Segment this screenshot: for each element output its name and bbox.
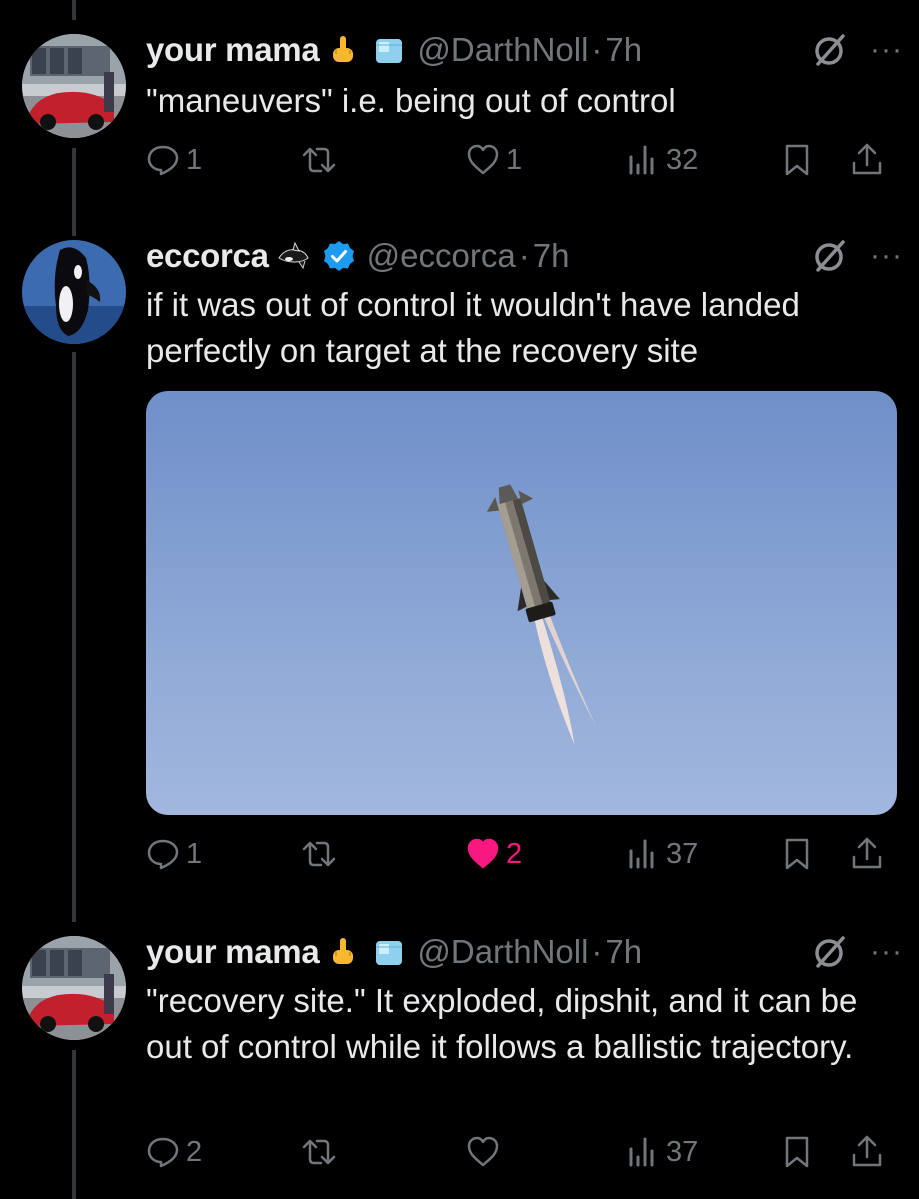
avatar[interactable]	[22, 936, 126, 1040]
like-count: 2	[506, 837, 523, 870]
tweet[interactable]: eccorca @eccorca · 7h ··· if it was out …	[0, 234, 919, 904]
share-icon	[852, 143, 882, 175]
like-button[interactable]: 1	[466, 140, 522, 180]
reply-icon	[147, 1137, 179, 1168]
grok-icon[interactable]	[810, 932, 850, 972]
tweet-text: "maneuvers" i.e. being out of control	[146, 82, 676, 119]
views-icon	[629, 839, 654, 869]
avatar[interactable]	[22, 34, 126, 138]
grok-icon[interactable]	[810, 30, 850, 70]
action-bar: 2 37	[146, 1132, 906, 1172]
reply-count: 1	[186, 143, 203, 176]
timestamp[interactable]: 7h	[605, 933, 642, 971]
timestamp[interactable]: 7h	[605, 31, 642, 69]
verified-badge-icon[interactable]	[323, 240, 355, 272]
middle-finger-emoji	[327, 936, 359, 968]
separator-dot: ·	[591, 933, 603, 970]
middle-finger-emoji	[327, 34, 359, 66]
bookmark-button[interactable]	[780, 1132, 814, 1172]
more-icon[interactable]: ···	[870, 35, 903, 65]
orca-emoji	[277, 240, 309, 272]
share-button[interactable]	[850, 834, 884, 874]
action-bar: 1 2 37	[146, 834, 906, 874]
tweet-header: your mama @DarthNoll · 7h	[146, 930, 919, 974]
user-handle[interactable]: @DarthNoll	[417, 31, 588, 69]
retweet-button[interactable]	[302, 834, 336, 874]
reply-button[interactable]: 1	[146, 140, 202, 180]
reply-icon	[147, 839, 179, 870]
separator-dot: ·	[518, 237, 530, 274]
tweet-text: if it was out of control it wouldn't hav…	[146, 286, 800, 369]
tweet-header: eccorca @eccorca · 7h	[146, 234, 919, 278]
more-icon[interactable]: ···	[870, 241, 903, 271]
ice-cube-emoji	[373, 936, 405, 968]
bookmark-icon	[785, 144, 809, 176]
bookmark-icon	[785, 1136, 809, 1168]
retweet-icon	[302, 841, 336, 867]
display-name[interactable]: eccorca	[146, 237, 269, 275]
views-count: 37	[666, 837, 699, 870]
separator-dot: ·	[591, 31, 603, 68]
tweet-text: "recovery site." It exploded, dipshit, a…	[146, 982, 858, 1065]
views-count: 32	[666, 143, 699, 176]
user-handle[interactable]: @eccorca	[367, 237, 516, 275]
share-icon	[852, 1135, 882, 1167]
like-count: 1	[506, 143, 523, 176]
thread-view: your mama @DarthNoll · 7h ··· "maneuvers…	[0, 0, 919, 1199]
tweet-header-actions: ···	[810, 28, 903, 72]
share-icon	[852, 837, 882, 869]
views-icon	[629, 1137, 654, 1167]
tweet-header-actions: ···	[810, 234, 903, 278]
reply-count: 1	[186, 837, 203, 870]
retweet-icon	[302, 147, 336, 173]
retweet-button[interactable]	[302, 1132, 336, 1172]
thread-connector	[72, 0, 76, 20]
tweet-header-actions: ···	[810, 930, 903, 974]
grok-icon[interactable]	[810, 236, 850, 276]
share-button[interactable]	[850, 140, 884, 180]
display-name[interactable]: your mama	[146, 933, 320, 971]
tweet[interactable]: your mama @DarthNoll · 7h ··· "maneuvers…	[0, 28, 919, 218]
heart-icon	[467, 1136, 499, 1167]
user-handle[interactable]: @DarthNoll	[417, 933, 588, 971]
more-icon[interactable]: ···	[870, 937, 903, 967]
share-button[interactable]	[850, 1132, 884, 1172]
display-name[interactable]: your mama	[146, 31, 320, 69]
views-icon	[629, 145, 654, 175]
reply-button[interactable]: 2	[146, 1132, 202, 1172]
heart-icon	[467, 838, 499, 869]
like-button[interactable]: 2	[466, 834, 522, 874]
views-button[interactable]: 32	[626, 140, 698, 180]
views-button[interactable]: 37	[626, 834, 698, 874]
retweet-icon	[302, 1139, 336, 1165]
tweet-header: your mama @DarthNoll · 7h	[146, 28, 919, 72]
reply-button[interactable]: 1	[146, 834, 202, 874]
action-bar: 1 1 32	[146, 140, 906, 180]
bookmark-button[interactable]	[780, 140, 814, 180]
bookmark-icon	[785, 838, 809, 870]
tweet[interactable]: your mama @DarthNoll · 7h ··· "recovery …	[0, 930, 919, 1199]
heart-icon	[467, 144, 499, 175]
timestamp[interactable]: 7h	[533, 237, 570, 275]
avatar[interactable]	[22, 240, 126, 344]
retweet-button[interactable]	[302, 140, 336, 180]
reply-icon	[147, 145, 179, 176]
like-button[interactable]	[466, 1132, 506, 1172]
tweet-image[interactable]	[146, 391, 897, 815]
ice-cube-emoji	[373, 34, 405, 66]
views-button[interactable]: 37	[626, 1132, 698, 1172]
reply-count: 2	[186, 1135, 203, 1168]
views-count: 37	[666, 1135, 699, 1168]
bookmark-button[interactable]	[780, 834, 814, 874]
